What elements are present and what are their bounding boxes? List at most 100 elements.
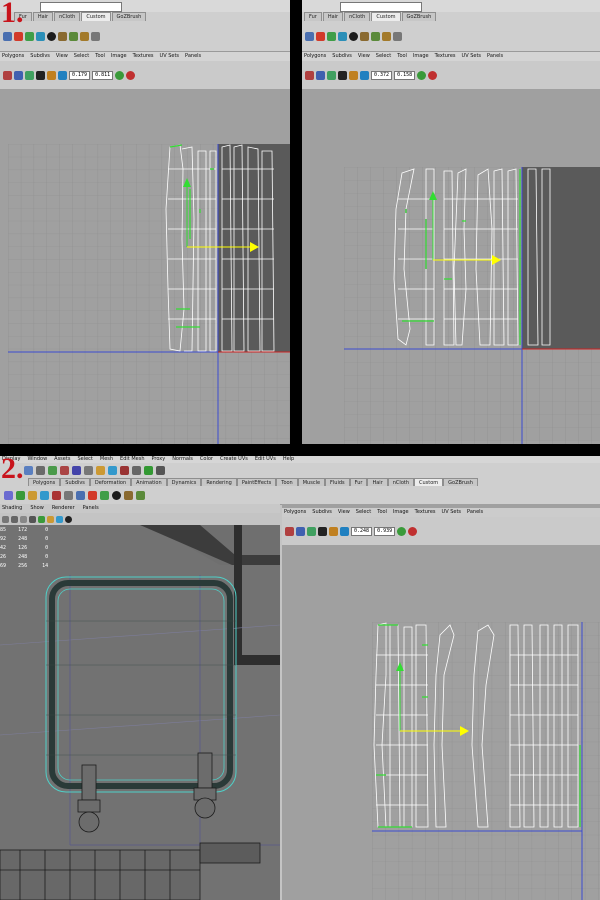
- menu-polygons[interactable]: Polygons: [304, 52, 326, 61]
- perspective-viewport[interactable]: Shading Show Renderer Panels 85 172 0 92…: [0, 504, 280, 900]
- shelf-icon[interactable]: [14, 31, 23, 41]
- status-icon[interactable]: [72, 466, 81, 475]
- tab-custom[interactable]: Custom: [81, 12, 111, 21]
- view-icon[interactable]: [29, 515, 36, 523]
- shelf-icon[interactable]: [16, 490, 25, 500]
- shelf-icon[interactable]: [316, 31, 325, 41]
- shelf-icon[interactable]: [58, 31, 67, 41]
- uv-tool-icon[interactable]: [338, 70, 347, 80]
- menu-textures[interactable]: Textures: [133, 52, 154, 61]
- uv-tool-icon[interactable]: [340, 526, 349, 536]
- menu-image[interactable]: Image: [111, 52, 127, 61]
- status-icon[interactable]: [132, 466, 141, 475]
- uv-tool-icon[interactable]: [327, 70, 336, 80]
- menu-select[interactable]: Select: [74, 52, 89, 61]
- uv-tool-icon[interactable]: [329, 526, 338, 536]
- status-icon[interactable]: [108, 466, 117, 475]
- status-icon[interactable]: [48, 466, 57, 475]
- uv-tool-icon[interactable]: [428, 70, 438, 80]
- tab-custom[interactable]: Custom: [371, 12, 401, 21]
- view-icon[interactable]: [56, 515, 63, 523]
- view-icon[interactable]: [11, 515, 18, 523]
- status-icon[interactable]: [156, 466, 165, 475]
- menu-show[interactable]: Show: [30, 504, 44, 513]
- menu-select[interactable]: Select: [356, 508, 371, 517]
- view-icon[interactable]: [65, 515, 72, 523]
- menu-normals[interactable]: Normals: [172, 456, 193, 463]
- shelf-icon[interactable]: [28, 490, 37, 500]
- tab-ncloth[interactable]: nCloth: [54, 12, 81, 21]
- tab-hair[interactable]: Hair: [322, 12, 344, 21]
- view-icon[interactable]: [38, 515, 45, 523]
- menu-color[interactable]: Color: [200, 456, 213, 463]
- uv-tool-icon[interactable]: [25, 70, 34, 80]
- menu-panels[interactable]: Panels: [185, 52, 201, 61]
- menu-shading[interactable]: Shading: [2, 504, 22, 513]
- uv-texture-canvas[interactable]: [282, 545, 600, 900]
- menu-view[interactable]: View: [56, 52, 68, 61]
- menu-tool[interactable]: Tool: [377, 508, 387, 517]
- menu-panels[interactable]: Panels: [487, 52, 503, 61]
- tab-fur[interactable]: Fur: [304, 12, 322, 21]
- shelf-icon[interactable]: [327, 31, 336, 41]
- uv-tool-icon[interactable]: [318, 526, 327, 536]
- uv-tool-icon[interactable]: [360, 70, 369, 80]
- uv-tool-icon[interactable]: [397, 526, 407, 536]
- shelf-icon[interactable]: [382, 31, 391, 41]
- shelf-icon[interactable]: [112, 490, 121, 500]
- status-icon[interactable]: [120, 466, 129, 475]
- menu-select[interactable]: Select: [376, 52, 391, 61]
- status-icon[interactable]: [24, 466, 33, 475]
- menu-proxy[interactable]: Proxy: [151, 456, 165, 463]
- u-coordinate-field[interactable]: 0.179: [69, 70, 91, 80]
- quick-search-field[interactable]: [40, 2, 122, 12]
- v-coordinate-field[interactable]: 0.158: [394, 70, 416, 80]
- u-coordinate-field[interactable]: 0.372: [371, 70, 393, 80]
- menu-uv-sets[interactable]: UV Sets: [160, 52, 180, 61]
- uv-tool-icon[interactable]: [58, 70, 67, 80]
- shelf-icon[interactable]: [360, 31, 369, 41]
- menu-polygons[interactable]: Polygons: [284, 508, 306, 517]
- menu-mesh[interactable]: Mesh: [100, 456, 113, 463]
- menu-tool[interactable]: Tool: [95, 52, 105, 61]
- menu-panels[interactable]: Panels: [83, 504, 99, 513]
- shelf-icon[interactable]: [393, 31, 402, 41]
- menu-window[interactable]: Window: [27, 456, 47, 463]
- shelf-icon[interactable]: [305, 31, 314, 41]
- shelf-icon[interactable]: [136, 490, 145, 500]
- menu-subdivs[interactable]: Subdivs: [332, 52, 352, 61]
- menu-help[interactable]: Help: [283, 456, 294, 463]
- u-coordinate-field[interactable]: 0.248: [351, 526, 373, 536]
- shelf-icon[interactable]: [80, 31, 89, 41]
- view-icon[interactable]: [47, 515, 54, 523]
- menu-select[interactable]: Select: [77, 456, 92, 463]
- tab-ncloth[interactable]: nCloth: [344, 12, 371, 21]
- uv-tool-icon[interactable]: [3, 70, 12, 80]
- quick-search-field[interactable]: [340, 2, 422, 12]
- shelf-icon[interactable]: [40, 490, 49, 500]
- uv-tool-icon[interactable]: [285, 526, 294, 536]
- uv-tool-icon[interactable]: [349, 70, 358, 80]
- menu-textures[interactable]: Textures: [435, 52, 456, 61]
- menu-subdivs[interactable]: Subdivs: [312, 508, 332, 517]
- status-icon[interactable]: [60, 466, 69, 475]
- tab-hair[interactable]: Hair: [32, 12, 54, 21]
- shelf-icon[interactable]: [52, 490, 61, 500]
- uv-tool-icon[interactable]: [36, 70, 45, 80]
- shelf-icon[interactable]: [36, 31, 45, 41]
- view-icon[interactable]: [20, 515, 27, 523]
- menu-edit-mesh[interactable]: Edit Mesh: [120, 456, 144, 463]
- shelf-icon[interactable]: [4, 490, 13, 500]
- shelf-icon[interactable]: [47, 31, 56, 41]
- menu-image[interactable]: Image: [413, 52, 429, 61]
- shelf-icon[interactable]: [338, 31, 347, 41]
- menu-uv-sets[interactable]: UV Sets: [442, 508, 462, 517]
- menu-create-uvs[interactable]: Create UVs: [220, 456, 248, 463]
- menu-panels[interactable]: Panels: [467, 508, 483, 517]
- shelf-icon[interactable]: [88, 490, 97, 500]
- shelf-icon[interactable]: [371, 31, 380, 41]
- uv-tool-icon[interactable]: [115, 70, 125, 80]
- uv-tool-icon[interactable]: [316, 70, 325, 80]
- shelf-icon[interactable]: [64, 490, 73, 500]
- shelf-icon[interactable]: [69, 31, 78, 41]
